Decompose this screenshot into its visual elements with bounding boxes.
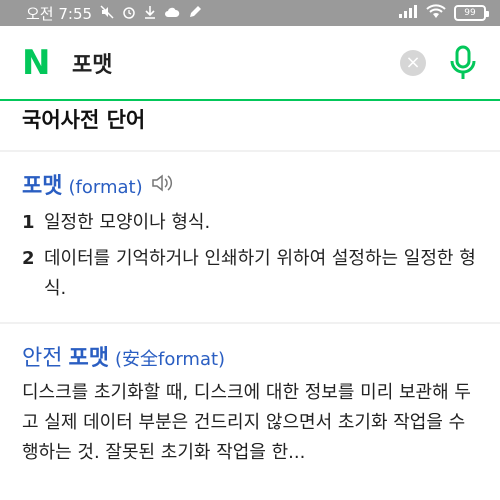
battery-icon: 99 [454, 5, 489, 21]
headword-link[interactable]: 포맷 [68, 340, 108, 372]
word-origin: (安全format) [114, 349, 226, 370]
status-right: 99 [398, 3, 489, 23]
search-input[interactable] [72, 50, 372, 75]
status-bar: 오전 7:55 99 [0, 0, 500, 26]
alarm-icon [122, 5, 136, 22]
microphone-icon [450, 45, 476, 79]
headword-prefix-link[interactable]: 안전 [22, 340, 62, 372]
entry-description: 디스크를 초기화할 때, 디스크에 대한 정보를 미리 보관해 두고 실제 데이… [22, 382, 471, 463]
section-title: 국어사전 단어 [22, 108, 146, 132]
headword-link[interactable]: 포맷 [22, 168, 62, 200]
status-time: 오전 7:55 [26, 4, 93, 23]
battery-level: 99 [464, 8, 476, 18]
search-header: N × [0, 26, 500, 101]
signal-icon [398, 4, 418, 22]
divider [0, 322, 500, 324]
entry-head: 포맷 (format) [22, 168, 480, 200]
status-left: 오전 7:55 [26, 3, 202, 24]
dictionary-entry: 안전 포맷 (安全format) 디스크를 초기화할 때, 디스크에 대한 정보… [22, 340, 480, 468]
dictionary-entry: 포맷 (format) 1 일정한 모양이나 형식. 2 데이터를 기억하거나 … [22, 168, 480, 304]
mute-icon [100, 4, 114, 22]
sense-list: 1 일정한 모양이나 형식. 2 데이터를 기억하거나 인쇄하기 위하여 설정하… [22, 208, 480, 304]
naver-logo[interactable]: N [22, 46, 58, 80]
sense-text: 일정한 모양이나 형식. [44, 212, 211, 233]
download-icon [144, 5, 156, 22]
sense-number: 1 [22, 212, 35, 233]
speaker-icon[interactable] [151, 173, 173, 193]
divider [0, 150, 500, 152]
entry-head: 안전 포맷 (安全format) [22, 340, 480, 372]
sense-item: 2 데이터를 기억하거나 인쇄하기 위하여 설정하는 일정한 형식. [22, 244, 480, 304]
cloud-icon [164, 6, 180, 21]
voice-search-button[interactable] [448, 44, 478, 82]
clear-button[interactable]: × [400, 49, 426, 76]
close-icon: × [405, 51, 421, 73]
sense-text: 데이터를 기억하거나 인쇄하기 위하여 설정하는 일정한 형식. [44, 248, 476, 299]
sense-number: 2 [22, 248, 35, 269]
sense-item: 1 일정한 모양이나 형식. [22, 208, 480, 238]
word-origin: (format) [68, 177, 143, 198]
wifi-icon [426, 3, 446, 23]
edit-icon [188, 5, 202, 22]
